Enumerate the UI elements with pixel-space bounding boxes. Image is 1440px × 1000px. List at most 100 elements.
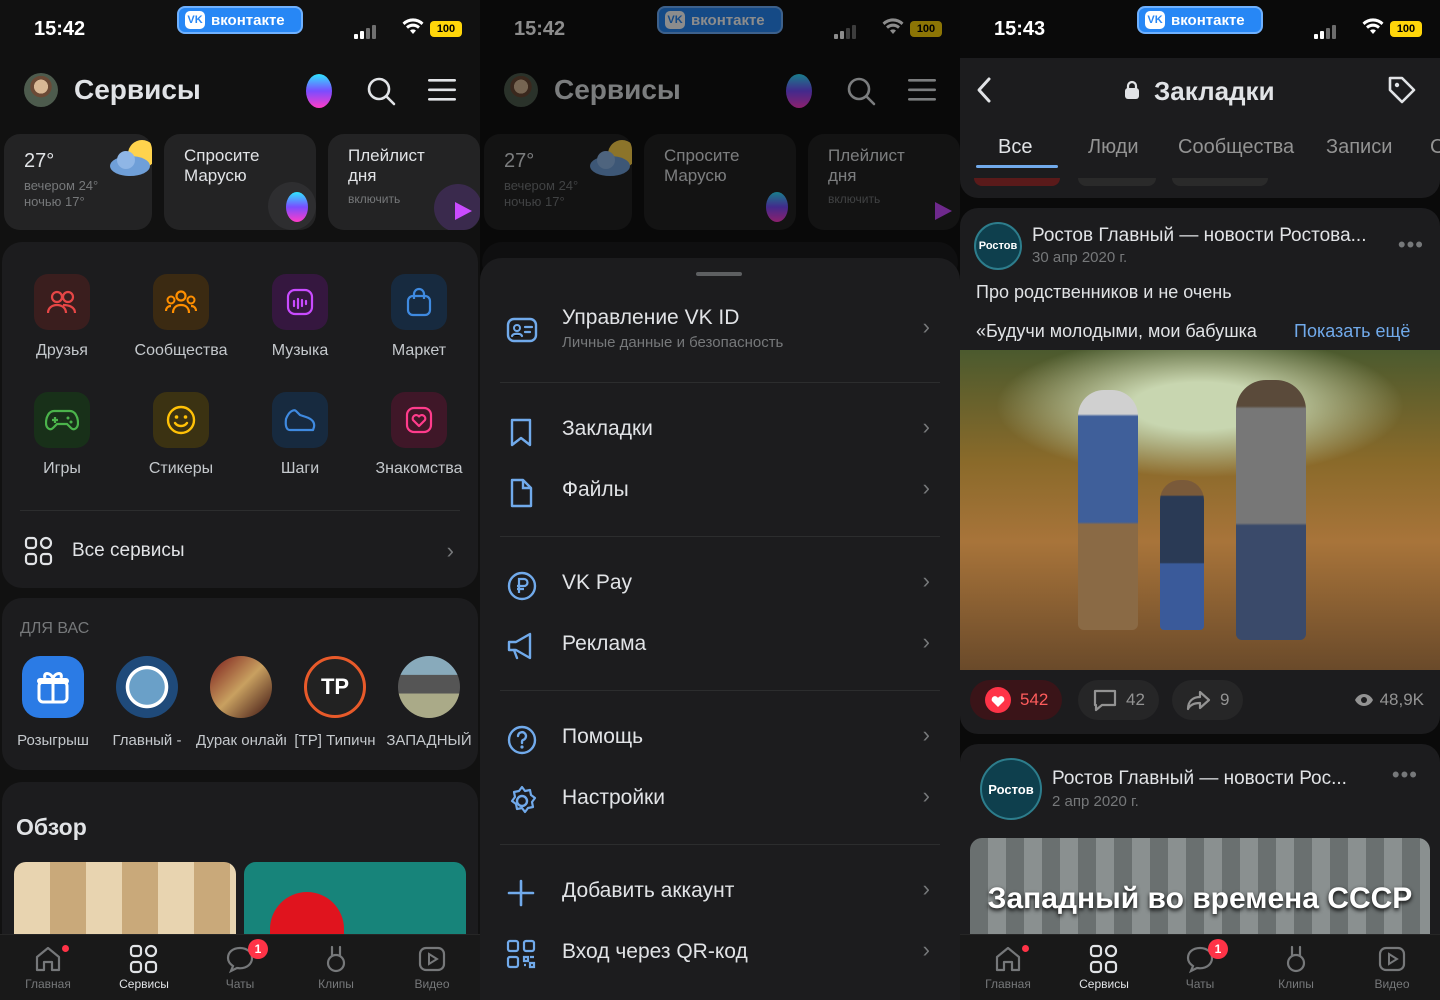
service-games[interactable]: Игры	[2, 392, 122, 478]
bookmarks-tabs: Все Люди Сообщества Записи С	[960, 120, 1440, 198]
service-communities[interactable]: Сообщества	[121, 274, 241, 360]
menu-item-vkpay[interactable]: VK Pay ›	[480, 554, 960, 614]
tab-clips[interactable]: Клипы	[1248, 941, 1344, 991]
vkpay-icon	[507, 571, 537, 601]
app-label: Розыгрыш	[17, 732, 89, 749]
weather-widget[interactable]: 27° вечером 24° ночью 17°	[4, 134, 152, 230]
service-label: Шаги	[280, 460, 320, 477]
steps-icon	[272, 392, 328, 448]
settings-icon	[510, 785, 537, 814]
like-button[interactable]: 542	[970, 680, 1063, 720]
comment-icon	[1093, 689, 1117, 712]
app-durak[interactable]: Дурак онлайн	[196, 656, 286, 749]
all-services-row[interactable]: Все сервисы ›	[2, 526, 478, 576]
tab-video[interactable]: Видео	[384, 941, 480, 991]
comment-button[interactable]: 42	[1078, 680, 1159, 720]
for-you-title: ДЛЯ ВАС	[20, 620, 90, 637]
tab-chats[interactable]: Чаты 1	[1152, 939, 1248, 991]
tab-home[interactable]: Главная	[0, 941, 96, 991]
figure-child	[1160, 480, 1204, 630]
menu-item-add-account[interactable]: Добавить аккаунт ›	[480, 862, 960, 922]
more-options-icon[interactable]: •••	[1392, 762, 1418, 788]
weather-cloud-icon	[110, 140, 152, 176]
services-screen: 15:42 VK вконтакте 100 Сервисы 27° вечеро…	[0, 0, 480, 1000]
menu-item-ads[interactable]: Реклама ›	[480, 615, 960, 675]
back-icon[interactable]	[976, 76, 992, 104]
like-count: 542	[1020, 690, 1049, 709]
page-title: Закладки	[1154, 76, 1275, 106]
tab-label: Клипы	[1278, 977, 1314, 991]
menu-item-title: Добавить аккаунт	[562, 879, 735, 902]
marusia-icon[interactable]	[306, 74, 332, 108]
tab-home[interactable]: Главная	[960, 941, 1056, 991]
vk-pill[interactable]: VK вконтакте	[1137, 6, 1263, 34]
post-avatar[interactable]: Ростов	[974, 222, 1022, 270]
menu-item-qr-login[interactable]: Вход через QR-код ›	[480, 923, 960, 983]
figure-grandfather	[1078, 390, 1138, 630]
share-count: 9	[1220, 690, 1230, 709]
app-tp[interactable]: TP [TP] Типичн	[290, 656, 380, 749]
tab-services[interactable]: Сервисы	[96, 941, 192, 991]
menu-item-bookmarks[interactable]: Закладки ›	[480, 400, 960, 460]
tab-video[interactable]: Видео	[1344, 941, 1440, 991]
app-label: ЗАПАДНЫЙ	[386, 732, 472, 749]
marusia-widget[interactable]: Спросите Марусю	[164, 134, 316, 230]
tab-posts[interactable]: Записи	[1326, 136, 1392, 159]
post-avatar[interactable]: Ростов	[980, 758, 1042, 820]
heart-icon	[985, 687, 1011, 713]
tab-label: Сервисы	[119, 977, 169, 991]
show-more-link[interactable]: Показать ещё	[1294, 321, 1410, 342]
search-icon[interactable]	[366, 76, 396, 106]
tab-label: Чаты	[1185, 977, 1215, 991]
plus-icon	[507, 879, 535, 907]
tab-more[interactable]: С	[1430, 136, 1440, 159]
post-author[interactable]: Ростов Главный — новости Рос...	[1052, 768, 1347, 790]
app-giveaway[interactable]: Розыгрыш	[8, 656, 98, 749]
avatar[interactable]	[24, 73, 58, 107]
post-photo[interactable]	[960, 350, 1440, 670]
share-button[interactable]: 9	[1172, 680, 1244, 720]
service-label: Сообщества	[134, 342, 228, 359]
tab-clips[interactable]: Клипы	[288, 941, 384, 991]
menu-item-settings[interactable]: Настройки ›	[480, 769, 960, 829]
menu-item-vkid[interactable]: Управление VK ID Личные данные и безопас…	[480, 298, 960, 378]
app-glavny[interactable]: Главный -	[102, 656, 192, 749]
more-options-icon[interactable]: •••	[1398, 232, 1424, 258]
service-stickers[interactable]: Стикеры	[121, 392, 241, 478]
vk-pill[interactable]: VK вконтакте	[177, 6, 303, 34]
menu-item-title: Настройки	[562, 786, 665, 809]
vk-pill-label: вконтакте	[1171, 11, 1245, 29]
service-market[interactable]: Маркет	[359, 274, 479, 360]
menu-icon[interactable]	[428, 78, 456, 102]
home-icon	[35, 946, 61, 972]
chevron-right-icon: ›	[922, 414, 930, 439]
signal-icon	[354, 25, 376, 39]
megaphone-icon	[507, 632, 532, 660]
service-dating[interactable]: Знакомства	[359, 392, 479, 478]
bookmark-icon	[510, 418, 532, 447]
sheet-grabber[interactable]	[696, 272, 742, 276]
tab-services[interactable]: Сервисы	[1056, 941, 1152, 991]
help-icon	[507, 725, 537, 755]
post-date: 2 апр 2020 г.	[1052, 793, 1139, 810]
tab-all[interactable]: Все	[998, 136, 1032, 159]
tab-people[interactable]: Люди	[1088, 136, 1139, 159]
post-author[interactable]: Ростов Главный — новости Ростова...	[1032, 225, 1366, 247]
service-steps[interactable]: Шаги	[240, 392, 360, 478]
playlist-widget[interactable]: Плейлист дня включить	[328, 134, 480, 230]
service-friends[interactable]: Друзья	[2, 274, 122, 360]
grid-icon	[24, 536, 53, 566]
service-music[interactable]: Музыка	[240, 274, 360, 360]
menu-item-help[interactable]: Помощь ›	[480, 708, 960, 768]
menu-item-files[interactable]: Файлы ›	[480, 461, 960, 521]
menu-item-title: Управление VK ID	[562, 306, 740, 329]
tab-chats[interactable]: Чаты 1	[192, 939, 288, 991]
page-title: Сервисы	[74, 74, 201, 105]
overview-title: Обзор	[16, 814, 87, 840]
play-icon[interactable]	[452, 200, 474, 222]
app-zapadny[interactable]: ЗАПАДНЫЙ	[384, 656, 474, 749]
tag-icon[interactable]	[1386, 74, 1418, 106]
tab-communities[interactable]: Сообщества	[1178, 136, 1294, 159]
video-icon	[418, 946, 446, 972]
post-text-preview: «Будучи молодыми, мои бабушка	[976, 321, 1257, 341]
